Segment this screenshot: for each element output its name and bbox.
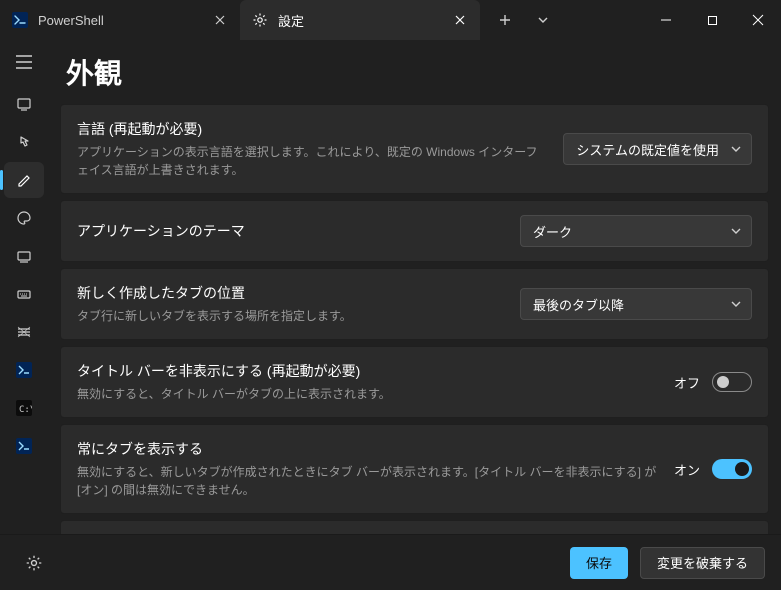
setting-desc: タブ行に新しいタブを表示する場所を指定します。 [77, 307, 504, 325]
toggle-state-label: オン [674, 460, 700, 479]
setting-theme: アプリケーションのテーマ ダーク [60, 200, 769, 262]
combo-value: システムの既定値を使用 [576, 140, 719, 159]
toggle-state-label: オフ [674, 373, 700, 392]
tab-settings[interactable]: 設定 [240, 0, 480, 40]
setting-language: 言語 (再起動が必要) アプリケーションの表示言語を選択します。これにより、既定… [60, 104, 769, 194]
nav-rail: C:\ [0, 40, 48, 534]
chevron-down-icon [731, 226, 741, 236]
titlebar: PowerShell 設定 [0, 0, 781, 40]
close-icon[interactable] [212, 12, 228, 28]
tab-strip-extras [480, 0, 560, 40]
setting-title: 新しく作成したタブの位置 [77, 283, 504, 303]
setting-desc: 無効にすると、タイトル バーがタブの上に表示されます。 [77, 385, 658, 403]
nav-startup[interactable] [4, 86, 44, 122]
setting-always-show-tabs: 常にタブを表示する 無効にすると、新しいタブが作成されたときにタブ バーが表示さ… [60, 424, 769, 514]
combo-value: ダーク [533, 222, 572, 241]
setting-title: 言語 (再起動が必要) [77, 119, 547, 139]
maximize-button[interactable] [689, 0, 735, 40]
nav-actions[interactable] [4, 276, 44, 312]
nav-interaction[interactable] [4, 124, 44, 160]
footer: 保存 変更を破棄する [0, 534, 781, 590]
nav-profile-powershell[interactable] [4, 352, 44, 388]
nav-appearance[interactable] [4, 162, 44, 198]
theme-combobox[interactable]: ダーク [520, 215, 752, 247]
nav-profile-cmd[interactable]: C:\ [4, 390, 44, 426]
open-json-button[interactable] [16, 545, 52, 581]
setting-hide-titlebar: タイトル バーを非表示にする (再起動が必要) 無効にすると、タイトル バーがタ… [60, 346, 769, 418]
new-tab-button[interactable] [488, 5, 522, 35]
hide-titlebar-toggle[interactable] [712, 372, 752, 392]
page-title: 外観 [48, 40, 781, 104]
close-window-button[interactable] [735, 0, 781, 40]
setting-acrylic-tabs: タブ行にアクリル素材を使用する オフ [60, 520, 769, 534]
chevron-down-icon [731, 144, 741, 154]
discard-button[interactable]: 変更を破棄する [640, 547, 765, 579]
setting-title: 常にタブを表示する [77, 439, 658, 459]
save-button[interactable]: 保存 [570, 547, 628, 579]
settings-scroll[interactable]: 言語 (再起動が必要) アプリケーションの表示言語を選択します。これにより、既定… [48, 104, 781, 534]
minimize-button[interactable] [643, 0, 689, 40]
close-icon[interactable] [452, 12, 468, 28]
nav-profile-azure[interactable] [4, 428, 44, 464]
svg-text:C:\: C:\ [19, 405, 32, 415]
hamburger-button[interactable] [4, 44, 44, 80]
setting-newtab-position: 新しく作成したタブの位置 タブ行に新しいタブを表示する場所を指定します。 最後の… [60, 268, 769, 340]
window-controls [643, 0, 781, 40]
gear-icon [252, 12, 268, 28]
nav-color-schemes[interactable] [4, 200, 44, 236]
combo-value: 最後のタブ以降 [533, 295, 624, 314]
tab-label: PowerShell [38, 13, 104, 28]
newtab-combobox[interactable]: 最後のタブ以降 [520, 288, 752, 320]
chevron-down-icon [731, 299, 741, 309]
nav-profiles[interactable] [4, 314, 44, 350]
always-tabs-toggle[interactable] [712, 459, 752, 479]
setting-desc: 無効にすると、新しいタブが作成されたときにタブ バーが表示されます。[タイトル … [77, 463, 658, 499]
nav-rendering[interactable] [4, 238, 44, 274]
tab-label: 設定 [278, 11, 304, 30]
powershell-icon [12, 12, 28, 28]
setting-desc: アプリケーションの表示言語を選択します。これにより、既定の Windows イン… [77, 143, 547, 179]
language-combobox[interactable]: システムの既定値を使用 [563, 133, 752, 165]
setting-title: タイトル バーを非表示にする (再起動が必要) [77, 361, 658, 381]
tab-dropdown-button[interactable] [526, 5, 560, 35]
setting-title: アプリケーションのテーマ [77, 221, 504, 241]
tab-powershell[interactable]: PowerShell [0, 0, 240, 40]
